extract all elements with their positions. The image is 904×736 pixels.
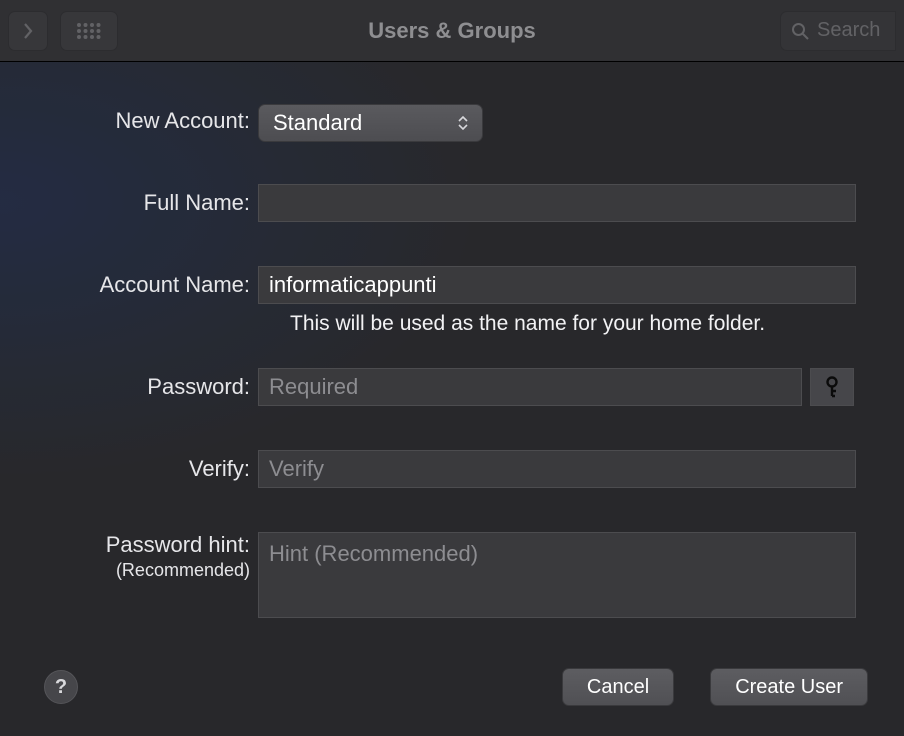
chevrons-icon xyxy=(458,116,468,130)
account-name-label: Account Name: xyxy=(0,266,258,298)
cancel-label: Cancel xyxy=(587,676,649,699)
row-verify: Verify: xyxy=(0,450,904,488)
help-button[interactable]: ? xyxy=(44,670,78,704)
page-title: Users & Groups xyxy=(368,18,536,44)
row-account-name: Account Name: This will be used as the n… xyxy=(0,266,904,336)
toolbar: Users & Groups Search xyxy=(0,0,904,62)
search-icon xyxy=(791,22,809,40)
verify-label: Verify: xyxy=(0,450,258,482)
chevron-right-icon xyxy=(22,23,34,39)
show-all-button[interactable] xyxy=(60,11,118,51)
row-password: Password: xyxy=(0,368,904,406)
grid-icon xyxy=(76,22,102,40)
cancel-button[interactable]: Cancel xyxy=(562,668,674,706)
hint-input[interactable] xyxy=(258,532,856,618)
form: New Account: Standard Full Name: Account… xyxy=(0,104,904,618)
row-new-account: New Account: Standard xyxy=(0,104,904,142)
hint-label: Password hint: xyxy=(106,532,250,558)
create-user-label: Create User xyxy=(735,676,843,699)
help-icon: ? xyxy=(55,676,67,699)
new-account-label: New Account: xyxy=(0,104,258,134)
password-assistant-button[interactable] xyxy=(810,368,854,406)
create-user-button[interactable]: Create User xyxy=(710,668,868,706)
footer: ? Cancel Create User xyxy=(0,668,904,706)
password-label: Password: xyxy=(0,368,258,400)
back-button[interactable] xyxy=(8,11,48,51)
search-field[interactable]: Search xyxy=(780,11,896,51)
account-name-input[interactable] xyxy=(258,266,856,304)
key-icon xyxy=(823,376,841,398)
full-name-input[interactable] xyxy=(258,184,856,222)
hint-sub-label: (Recommended) xyxy=(116,560,250,581)
password-input[interactable] xyxy=(258,368,802,406)
new-account-value: Standard xyxy=(273,110,362,136)
new-account-select[interactable]: Standard xyxy=(258,104,483,142)
account-name-hint: This will be used as the name for your h… xyxy=(290,312,858,336)
search-placeholder: Search xyxy=(817,19,880,42)
create-user-sheet: New Account: Standard Full Name: Account… xyxy=(0,62,904,736)
row-password-hint: Password hint: (Recommended) xyxy=(0,532,904,618)
row-full-name: Full Name: xyxy=(0,184,904,222)
verify-input[interactable] xyxy=(258,450,856,488)
full-name-label: Full Name: xyxy=(0,184,258,216)
